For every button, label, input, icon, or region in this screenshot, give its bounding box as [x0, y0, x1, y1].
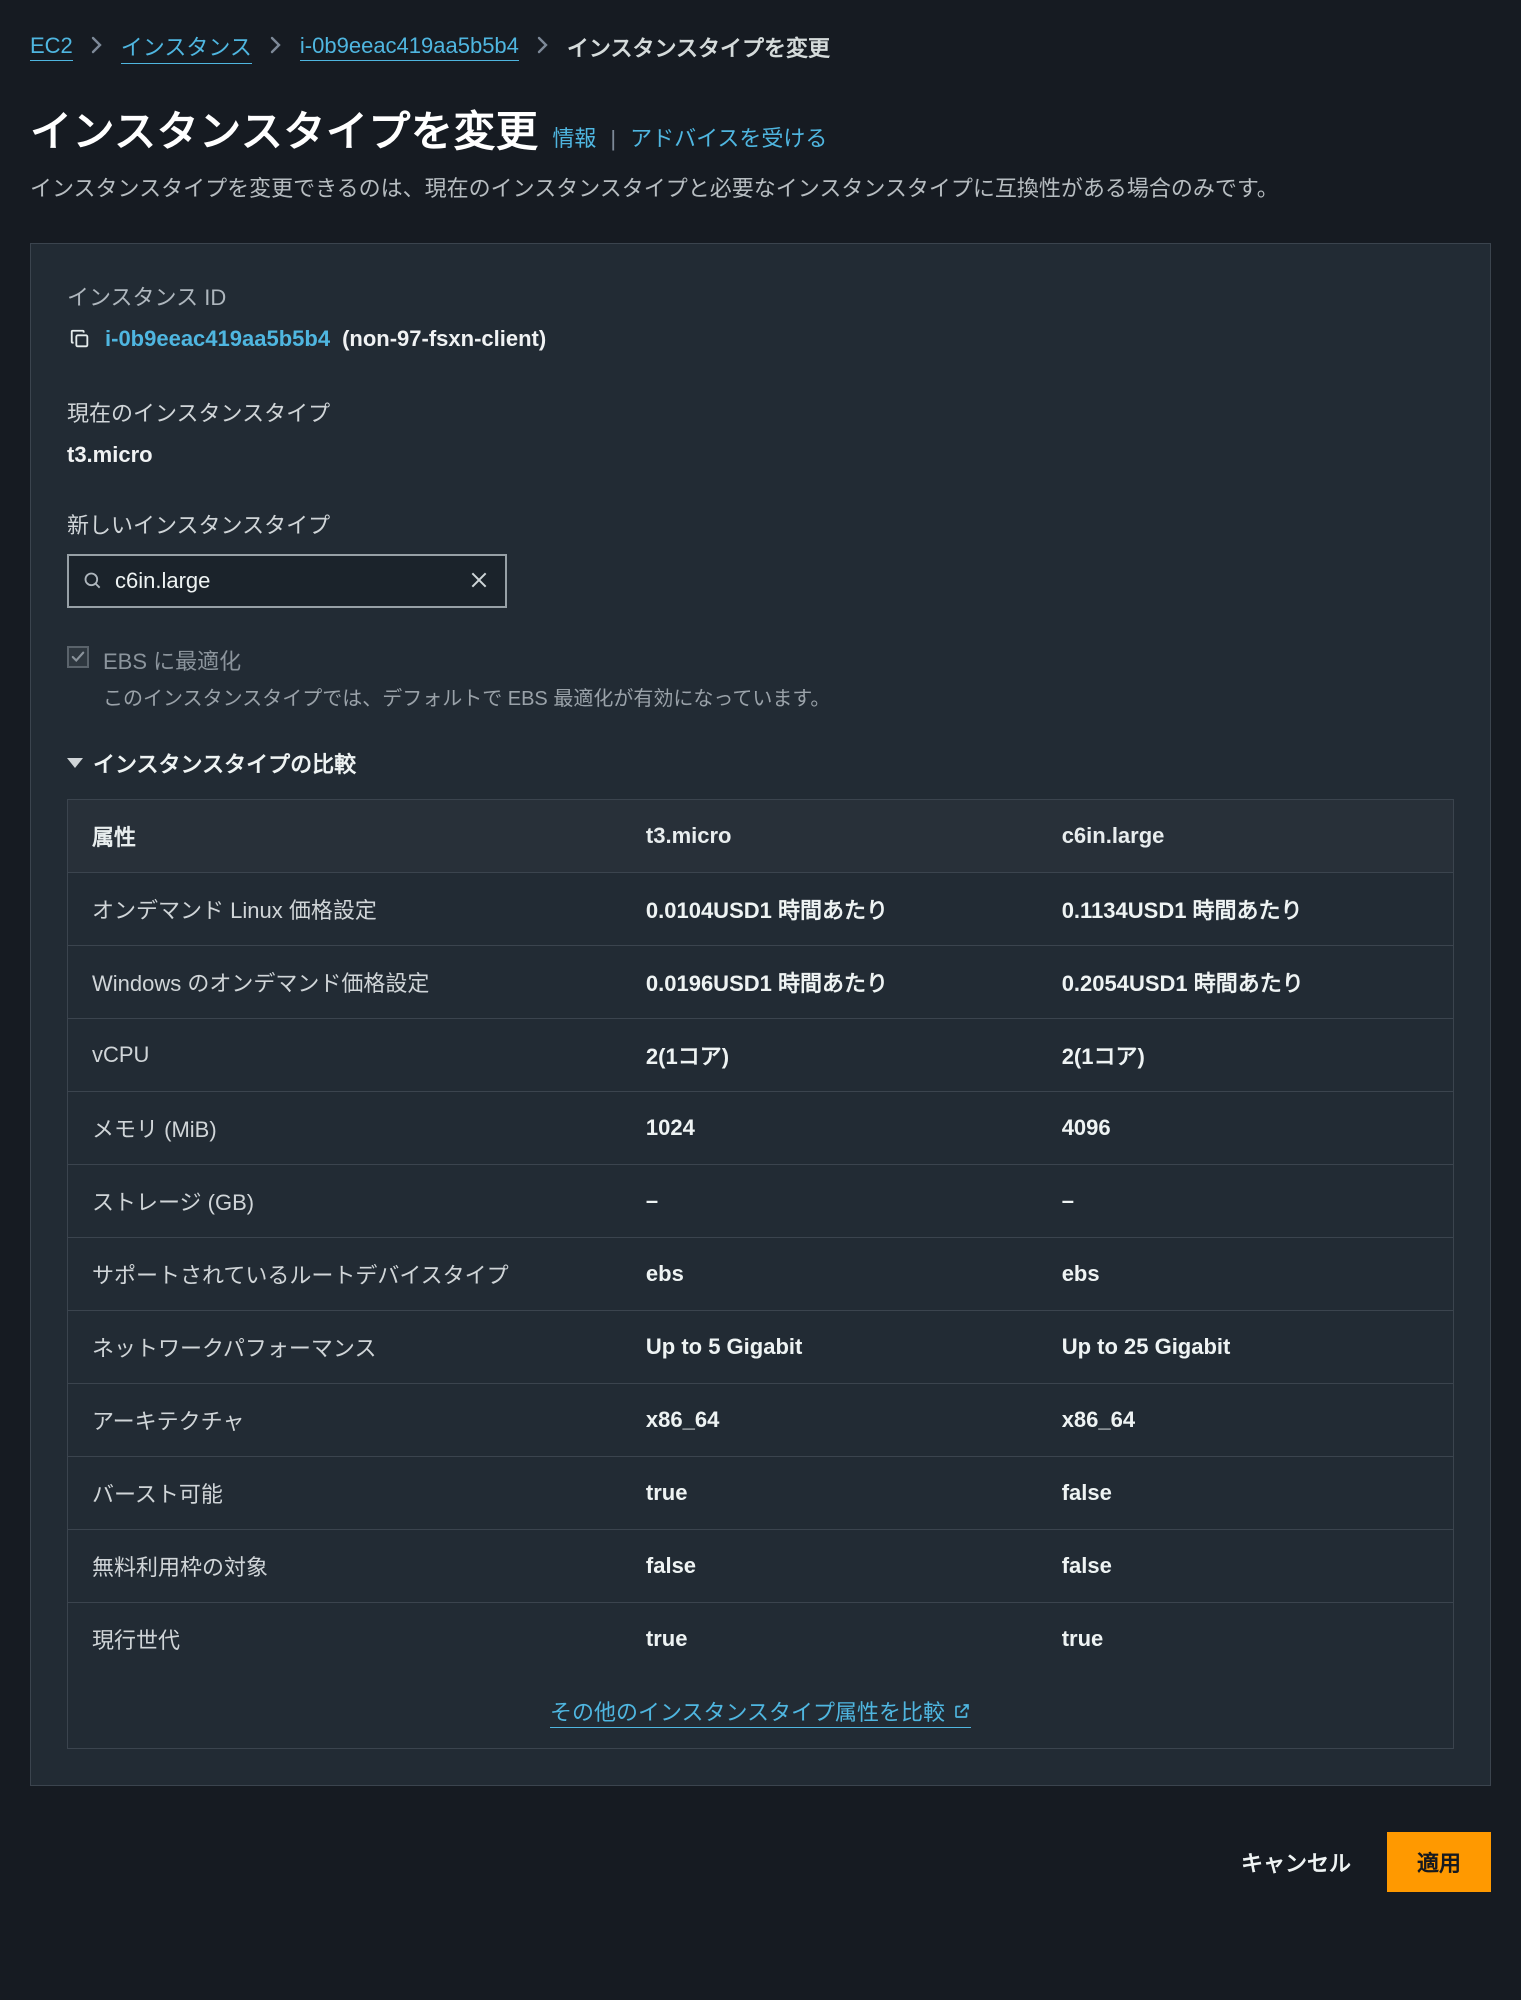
change-instance-type-panel: インスタンス ID i-0b9eeac419aa5b5b4 (non-97-fs…	[30, 243, 1491, 1786]
table-row: アーキテクチャx86_64x86_64	[68, 1384, 1454, 1457]
page-title: インスタンスタイプを変更	[30, 98, 538, 159]
table-cell-col2: 4096	[1038, 1092, 1454, 1165]
search-icon	[83, 571, 103, 591]
copy-icon[interactable]	[67, 326, 93, 352]
table-cell-col2: –	[1038, 1165, 1454, 1238]
instance-id-label: インスタンス ID	[67, 280, 1454, 312]
table-row: オンデマンド Linux 価格設定0.0104USD1 時間あたり0.1134U…	[68, 873, 1454, 946]
current-type-value: t3.micro	[67, 442, 1454, 468]
table-header-col1: t3.micro	[622, 800, 1038, 873]
apply-button[interactable]: 適用	[1387, 1832, 1491, 1892]
table-cell-col2: 0.1134USD1 時間あたり	[1038, 873, 1454, 946]
table-cell-attr: 現行世代	[68, 1603, 622, 1676]
table-cell-col1: 0.0104USD1 時間あたり	[622, 873, 1038, 946]
table-row: バースト可能truefalse	[68, 1457, 1454, 1530]
chevron-right-icon	[537, 34, 549, 60]
table-cell-col1: ebs	[622, 1238, 1038, 1311]
table-cell-attr: メモリ (MiB)	[68, 1092, 622, 1165]
instance-type-value: c6in.large	[115, 568, 463, 594]
table-cell-attr: オンデマンド Linux 価格設定	[68, 873, 622, 946]
table-cell-col2: true	[1038, 1603, 1454, 1676]
table-cell-col1: x86_64	[622, 1384, 1038, 1457]
compare-section-title: インスタンスタイプの比較	[93, 747, 356, 779]
current-type-label: 現在のインスタンスタイプ	[67, 396, 1454, 428]
table-cell-attr: バースト可能	[68, 1457, 622, 1530]
table-cell-col1: –	[622, 1165, 1038, 1238]
table-row: vCPU2(1コア)2(1コア)	[68, 1019, 1454, 1092]
table-cell-attr: アーキテクチャ	[68, 1384, 622, 1457]
compare-section-toggle[interactable]: インスタンスタイプの比較	[67, 747, 1454, 779]
table-row: ストレージ (GB)––	[68, 1165, 1454, 1238]
table-cell-col2: false	[1038, 1457, 1454, 1530]
table-row: 現行世代truetrue	[68, 1603, 1454, 1676]
table-row: 無料利用枠の対象falsefalse	[68, 1530, 1454, 1603]
breadcrumb: EC2 インスタンス i-0b9eeac419aa5b5b4 インスタンスタイプ…	[30, 30, 1491, 64]
table-row: メモリ (MiB)10244096	[68, 1092, 1454, 1165]
ebs-optimize-label: EBS に最適化	[103, 644, 830, 676]
chevron-right-icon	[91, 34, 103, 60]
table-cell-col1: 2(1コア)	[622, 1019, 1038, 1092]
table-cell-col1: 1024	[622, 1092, 1038, 1165]
chevron-right-icon	[270, 34, 282, 60]
table-header-col2: c6in.large	[1038, 800, 1454, 873]
instance-type-compare-table: 属性 t3.micro c6in.large オンデマンド Linux 価格設定…	[67, 799, 1454, 1749]
instance-type-select[interactable]: c6in.large	[67, 554, 507, 608]
table-cell-col2: false	[1038, 1530, 1454, 1603]
ebs-optimize-checkbox	[67, 646, 89, 668]
table-cell-attr: ネットワークパフォーマンス	[68, 1311, 622, 1384]
table-cell-col2: x86_64	[1038, 1384, 1454, 1457]
ebs-optimize-sub: このインスタンスタイプでは、デフォルトで EBS 最適化が有効になっています。	[103, 682, 830, 711]
new-type-label: 新しいインスタンスタイプ	[67, 508, 1454, 540]
table-row: ネットワークパフォーマンスUp to 5 GigabitUp to 25 Gig…	[68, 1311, 1454, 1384]
breadcrumb-instances[interactable]: インスタンス	[121, 30, 252, 64]
breadcrumb-instance-id[interactable]: i-0b9eeac419aa5b5b4	[300, 33, 519, 61]
table-cell-col2: 2(1コア)	[1038, 1019, 1454, 1092]
table-cell-attr: サポートされているルートデバイスタイプ	[68, 1238, 622, 1311]
table-cell-attr: Windows のオンデマンド価格設定	[68, 946, 622, 1019]
table-header-attr: 属性	[68, 800, 622, 873]
table-cell-col1: true	[622, 1457, 1038, 1530]
instance-id-link[interactable]: i-0b9eeac419aa5b5b4	[105, 326, 330, 352]
compare-more-link[interactable]: その他のインスタンスタイプ属性を比較	[550, 1695, 971, 1728]
table-cell-col2: ebs	[1038, 1238, 1454, 1311]
table-cell-col1: true	[622, 1603, 1038, 1676]
table-cell-attr: 無料利用枠の対象	[68, 1530, 622, 1603]
clear-icon[interactable]	[463, 562, 495, 601]
table-cell-col1: false	[622, 1530, 1038, 1603]
caret-down-icon	[67, 758, 83, 768]
table-row: サポートされているルートデバイスタイプebsebs	[68, 1238, 1454, 1311]
advice-link[interactable]: アドバイスを受ける	[630, 121, 827, 153]
breadcrumb-current: インスタンスタイプを変更	[567, 31, 830, 63]
table-row: Windows のオンデマンド価格設定0.0196USD1 時間あたり0.205…	[68, 946, 1454, 1019]
table-cell-col2: 0.2054USD1 時間あたり	[1038, 946, 1454, 1019]
table-cell-col2: Up to 25 Gigabit	[1038, 1311, 1454, 1384]
instance-name: (non-97-fsxn-client)	[342, 326, 546, 352]
info-link[interactable]: 情報	[552, 121, 596, 153]
page-subtitle: インスタンスタイプを変更できるのは、現在のインスタンスタイプと必要なインスタンス…	[30, 171, 1491, 203]
breadcrumb-ec2[interactable]: EC2	[30, 33, 73, 61]
table-cell-attr: vCPU	[68, 1019, 622, 1092]
table-cell-col1: Up to 5 Gigabit	[622, 1311, 1038, 1384]
table-cell-col1: 0.0196USD1 時間あたり	[622, 946, 1038, 1019]
external-link-icon	[953, 1702, 971, 1720]
cancel-button[interactable]: キャンセル	[1231, 1834, 1361, 1890]
table-cell-attr: ストレージ (GB)	[68, 1165, 622, 1238]
